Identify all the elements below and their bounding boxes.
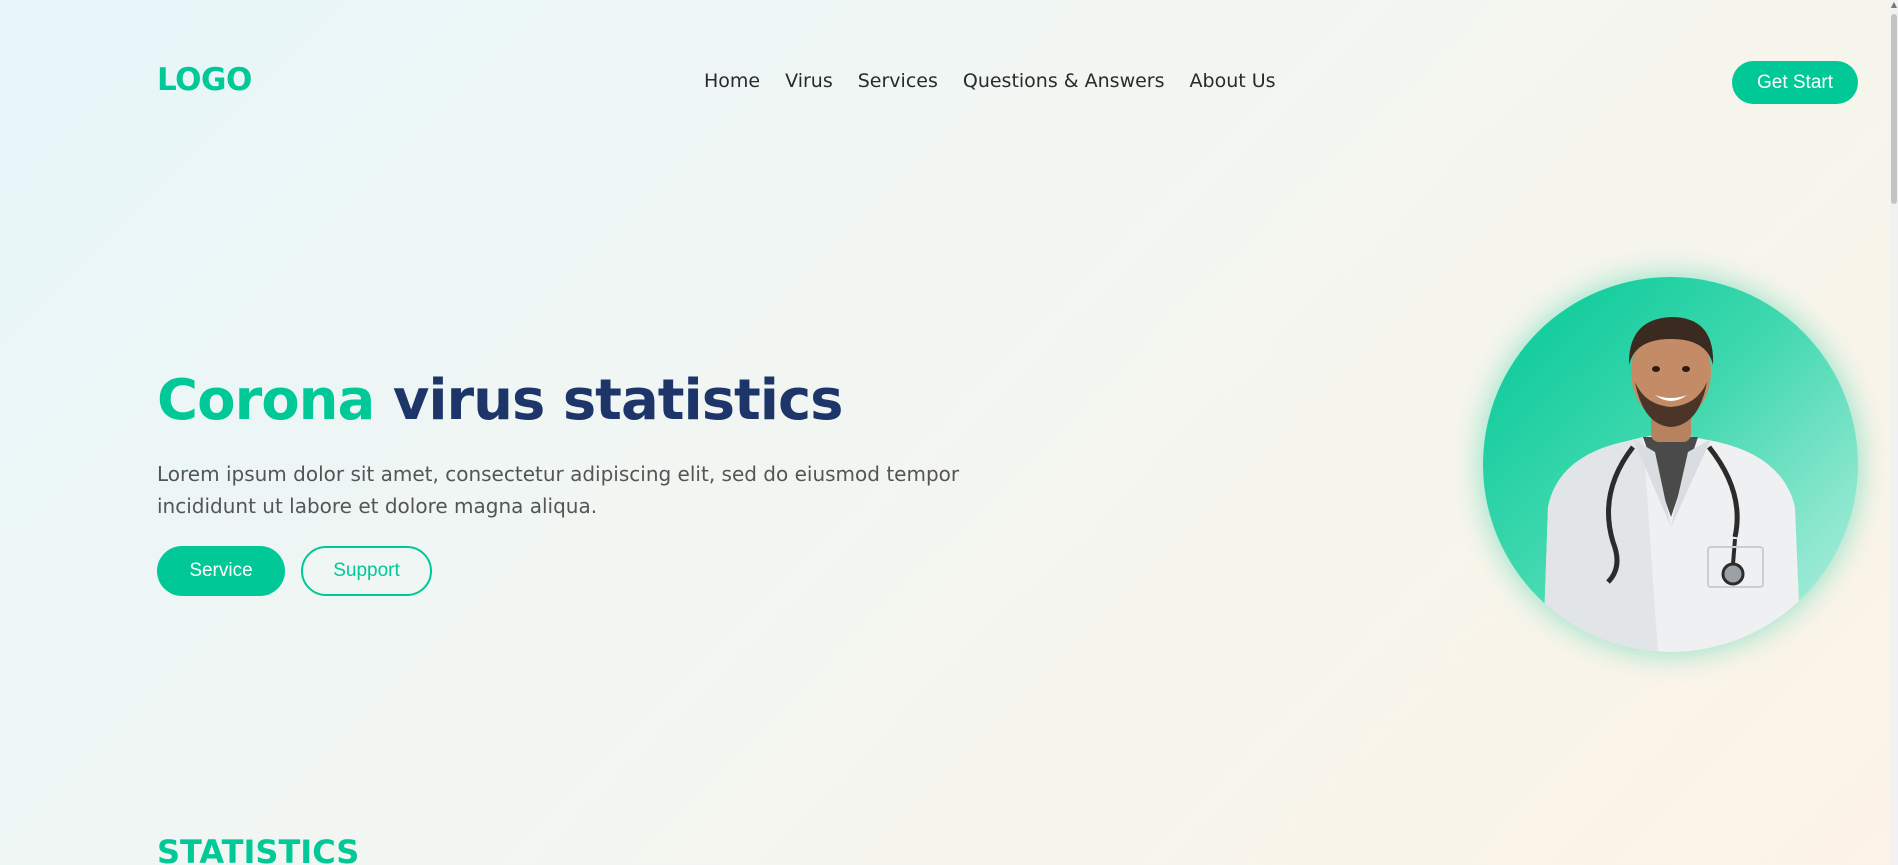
nav-item-about-us[interactable]: About Us (1190, 70, 1276, 92)
hero-title-rest: virus statistics (374, 368, 844, 433)
logo[interactable]: LOGO (157, 62, 252, 98)
main-nav: Home Virus Services Questions & Answers … (704, 70, 1301, 92)
scrollbar-thumb[interactable] (1891, 14, 1897, 204)
nav-item-home[interactable]: Home (704, 70, 760, 92)
hero-title-accent: Corona (157, 368, 375, 433)
hero-image-circle (1483, 277, 1858, 652)
site-header: LOGO Home Virus Services Questions & Ans… (0, 0, 1898, 165)
page-scrollbar[interactable]: ▲ (1890, 0, 1898, 865)
statistics-heading: STATISTICS (157, 833, 360, 865)
service-button[interactable]: Service (157, 546, 285, 596)
support-button[interactable]: Support (301, 546, 432, 596)
nav-item-virus[interactable]: Virus (785, 70, 833, 92)
hero-title: Corona virus statistics (157, 368, 844, 433)
nav-item-services[interactable]: Services (858, 70, 938, 92)
doctor-portrait-icon (1543, 317, 1801, 652)
hero-description: Lorem ipsum dolor sit amet, consectetur … (157, 462, 960, 518)
nav-item-questions-answers[interactable]: Questions & Answers (963, 70, 1165, 92)
get-start-button[interactable]: Get Start (1732, 61, 1858, 104)
scroll-up-icon[interactable]: ▲ (1890, 0, 1898, 10)
